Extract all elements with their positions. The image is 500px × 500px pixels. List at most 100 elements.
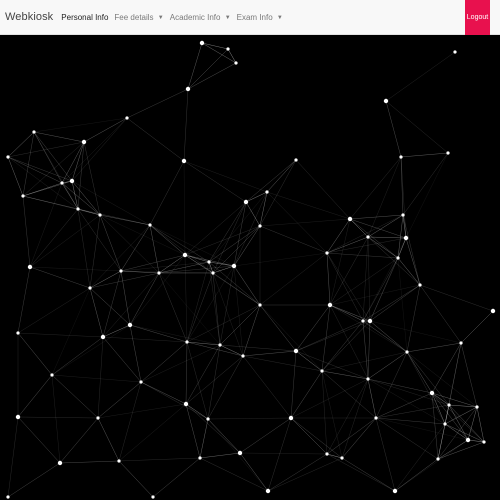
network-link — [120, 254, 186, 272]
network-link — [326, 453, 396, 492]
network-link — [201, 42, 229, 50]
network-link — [326, 378, 369, 455]
network-link — [406, 342, 462, 353]
network-node — [446, 151, 450, 155]
network-link — [212, 225, 261, 274]
network-node — [482, 440, 486, 444]
network-link — [367, 351, 408, 380]
network-link — [448, 404, 478, 408]
network-link — [239, 452, 328, 455]
network-node — [27, 264, 33, 270]
network-link — [406, 351, 446, 425]
network-link — [406, 351, 450, 406]
network-links — [7, 42, 494, 498]
network-link — [186, 304, 261, 343]
network-link — [83, 117, 128, 143]
brand-logo[interactable]: Webkiosk — [5, 11, 53, 23]
network-link — [102, 336, 188, 343]
network-link — [102, 272, 160, 338]
network-link — [290, 378, 369, 419]
network-link — [367, 214, 404, 238]
logout-button[interactable]: Logout — [465, 0, 490, 35]
network-node — [127, 322, 133, 328]
nav-academic-info[interactable]: Academic Info ▼ — [170, 13, 231, 22]
network-link — [367, 156, 402, 238]
network-node — [241, 354, 245, 358]
network-node — [185, 86, 191, 92]
network-link — [17, 332, 53, 376]
network-link — [239, 452, 269, 492]
network-node — [443, 422, 447, 426]
network-link — [140, 381, 209, 420]
network-node — [405, 350, 409, 354]
network-link — [460, 310, 494, 344]
network-link — [375, 351, 408, 419]
navbar: Webkiosk Personal Info Fee details ▼ Aca… — [0, 0, 500, 35]
network-link — [267, 457, 343, 492]
network-link — [183, 160, 268, 193]
network-link — [7, 141, 85, 158]
network-link — [102, 324, 131, 338]
network-link — [126, 117, 185, 162]
network-link — [22, 180, 73, 197]
network-node — [60, 181, 64, 185]
network-link — [126, 88, 189, 119]
network-node — [15, 414, 21, 420]
network-link — [97, 417, 120, 462]
network-node — [98, 213, 102, 217]
network-link — [266, 159, 297, 193]
network-node — [327, 302, 333, 308]
network-node — [226, 47, 230, 51]
network-link — [149, 224, 186, 256]
network-link — [152, 457, 201, 498]
network-nodes — [6, 40, 496, 499]
network-link — [129, 324, 221, 346]
network-link — [71, 180, 151, 226]
network-link — [51, 324, 131, 376]
network-link — [295, 350, 323, 372]
network-link — [367, 320, 371, 380]
network-node — [293, 348, 299, 354]
network-link — [326, 252, 331, 306]
caret-down-icon: ▼ — [224, 14, 231, 21]
network-link — [89, 287, 104, 338]
network-link — [476, 406, 485, 443]
nav-fee-details[interactable]: Fee details ▼ — [114, 13, 163, 22]
network-link — [158, 272, 188, 343]
network-link — [149, 224, 214, 274]
network-link — [326, 218, 351, 254]
network-node — [6, 495, 10, 499]
network-canvas — [6, 40, 496, 499]
network-link — [7, 416, 19, 498]
network-link — [349, 218, 369, 238]
network-node — [151, 495, 155, 499]
network-link — [362, 237, 407, 322]
network-link — [326, 417, 377, 455]
network-link — [29, 266, 91, 289]
network-link — [341, 457, 396, 492]
network-node — [206, 417, 210, 421]
network-link — [186, 261, 210, 343]
network-link — [405, 237, 421, 286]
network-link — [185, 344, 221, 405]
network-link — [406, 284, 421, 353]
network-link — [321, 320, 364, 372]
nav-exam-info[interactable]: Exam Info ▼ — [237, 13, 283, 22]
network-node — [185, 340, 189, 344]
network-link — [406, 351, 433, 394]
nav-personal-info[interactable]: Personal Info — [61, 13, 108, 22]
network-node — [258, 224, 262, 228]
network-link — [199, 452, 241, 459]
network-link — [29, 208, 79, 268]
network-node — [347, 216, 353, 222]
network-link — [17, 287, 91, 334]
network-link — [326, 237, 407, 254]
caret-down-icon: ▼ — [157, 14, 164, 21]
network-link — [140, 341, 188, 383]
network-link — [326, 252, 399, 259]
network-link — [17, 374, 53, 418]
network-link — [184, 254, 188, 343]
network-link — [245, 159, 297, 203]
network-link — [17, 416, 99, 419]
network-node — [367, 318, 373, 324]
